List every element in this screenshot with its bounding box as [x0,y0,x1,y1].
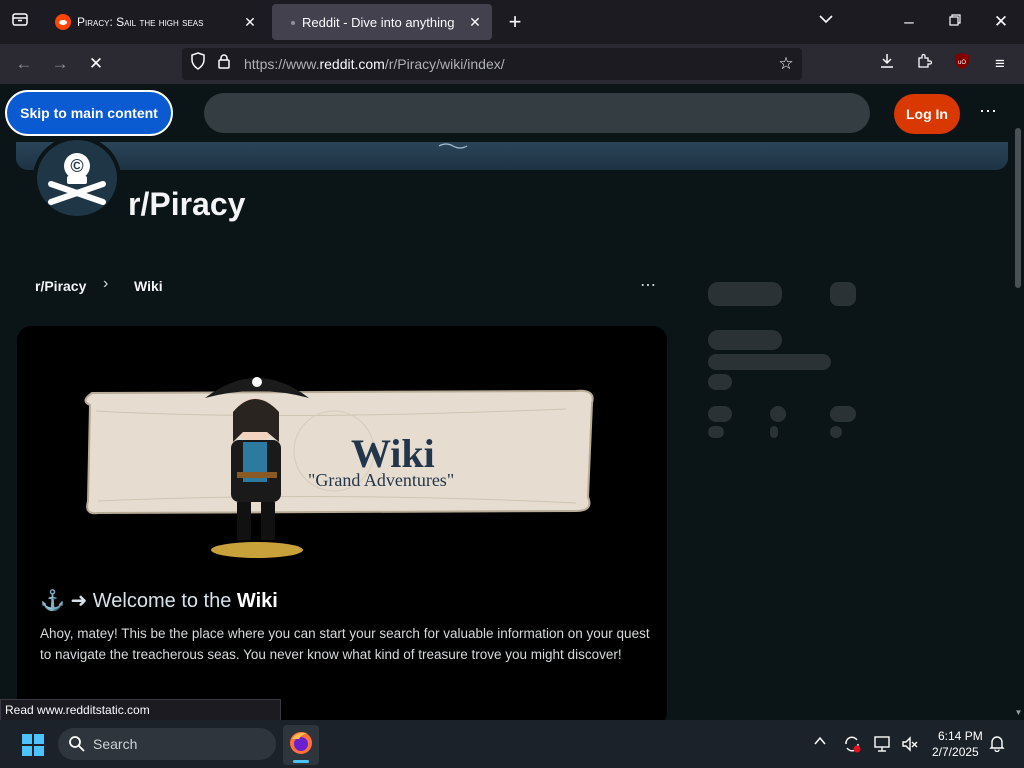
firefox-taskbar-icon[interactable] [283,725,319,765]
sidebar-skeleton-block [708,330,782,350]
sync-icon[interactable] [842,734,862,754]
sidebar-skeleton-block [708,374,732,390]
address-bar[interactable]: https://www.reddit.com/r/Piracy/wiki/ind… [182,48,802,80]
banner-wave-icon [438,143,468,149]
tab-title: Reddit - Dive into anything [302,15,455,30]
maximize-icon[interactable] [943,10,967,34]
skip-to-main-content-link[interactable]: Skip to main content [5,90,173,136]
notification-bell-icon[interactable] [987,734,1007,754]
chevron-up-icon[interactable] [810,734,830,754]
sidebar-skeleton-block [770,426,778,438]
subreddit-name[interactable]: r/Piracy [128,186,245,223]
search-icon [68,735,86,758]
wiki-intro-paragraph: Ahoy, matey! This be the place where you… [40,626,650,662]
sidebar-skeleton-block [708,354,831,370]
reddit-search-input[interactable] [204,93,870,133]
login-button[interactable]: Log In [894,94,960,134]
clock-time[interactable]: 6:14 PM [938,729,983,743]
clock-date[interactable]: 2/7/2025 [932,745,979,759]
pirate-character-image [205,377,309,558]
tracking-shield-icon[interactable] [186,52,210,76]
close-tab-icon[interactable]: ✕ [466,13,484,31]
breadcrumb-subreddit[interactable]: r/Piracy [35,278,86,294]
wiki-more-options-icon[interactable]: ⋯ [636,275,660,297]
new-tab-icon[interactable]: + [503,10,527,34]
jolly-roger-icon: © [48,153,106,205]
wiki-heading: ⚓ ➜ Welcome to the Wiki [40,590,278,612]
tab-overview-icon[interactable] [8,10,32,34]
more-options-icon[interactable]: ⋯ [974,100,1002,128]
svg-text:©: © [70,156,83,176]
wiki-scroll-banner-image [84,389,594,515]
browser-tab-bar: Piracy: Sail the high seas ✕ Reddit - Di… [0,0,1024,44]
sidebar-skeleton-block [770,406,786,422]
scroll-subtitle: "Grand Adventures" [308,470,455,490]
network-icon[interactable] [873,734,893,754]
forward-icon[interactable]: → [48,52,72,76]
breadcrumb-wiki[interactable]: Wiki [134,278,163,294]
scrollbar-thumb[interactable] [1015,128,1021,288]
tab-reddit[interactable]: Reddit - Dive into anything ✕ [272,4,492,40]
subreddit-avatar[interactable]: © [33,136,121,220]
tab-piracy[interactable]: Piracy: Sail the high seas ✕ [45,4,267,40]
sidebar-skeleton-block [830,406,856,422]
downloads-icon[interactable] [875,52,899,76]
lock-icon[interactable] [212,52,236,76]
volume-muted-icon[interactable] [900,734,920,754]
search-label: Search [93,736,138,752]
bookmark-star-icon[interactable]: ☆ [774,52,798,76]
sidebar-skeleton-block [708,426,724,438]
windows-search-box[interactable]: Search [58,728,276,760]
hamburger-menu-icon[interactable]: ≡ [988,52,1012,76]
url-text[interactable]: https://www.reddit.com/r/Piracy/wiki/ind… [244,56,505,72]
back-icon[interactable]: ← [12,52,36,76]
browser-nav-bar: ← → ✕ https://www.reddit.com/r/Piracy/wi… [0,44,1024,84]
extensions-icon[interactable] [912,52,936,76]
sidebar-skeleton-block [708,406,732,422]
sidebar-skeleton-block [830,426,842,438]
tab-title: Piracy: Sail the high seas [77,15,204,29]
ublock-origin-icon[interactable]: uO [950,52,974,76]
scroll-down-arrow-icon[interactable]: ▼ [1013,708,1024,718]
subreddit-banner [16,142,1008,170]
sidebar-skeleton-block [708,282,782,306]
chevron-right-icon: › [103,275,109,292]
windows-start-icon[interactable] [21,733,45,762]
reddit-favicon-icon [55,14,71,30]
loading-dot-icon [291,21,295,25]
wiki-content-card: Wiki "Grand Adventures" [17,326,667,726]
minimize-icon[interactable]: – [897,10,921,34]
status-bar: Read www.redditstatic.com [0,699,281,721]
close-window-icon[interactable]: ✕ [989,10,1013,34]
close-tab-icon[interactable]: ✕ [241,13,259,31]
svg-text:uO: uO [958,60,966,66]
stop-loading-icon[interactable]: ✕ [84,52,108,76]
list-all-tabs-icon[interactable] [814,10,838,34]
sidebar-skeleton-block [830,282,856,306]
